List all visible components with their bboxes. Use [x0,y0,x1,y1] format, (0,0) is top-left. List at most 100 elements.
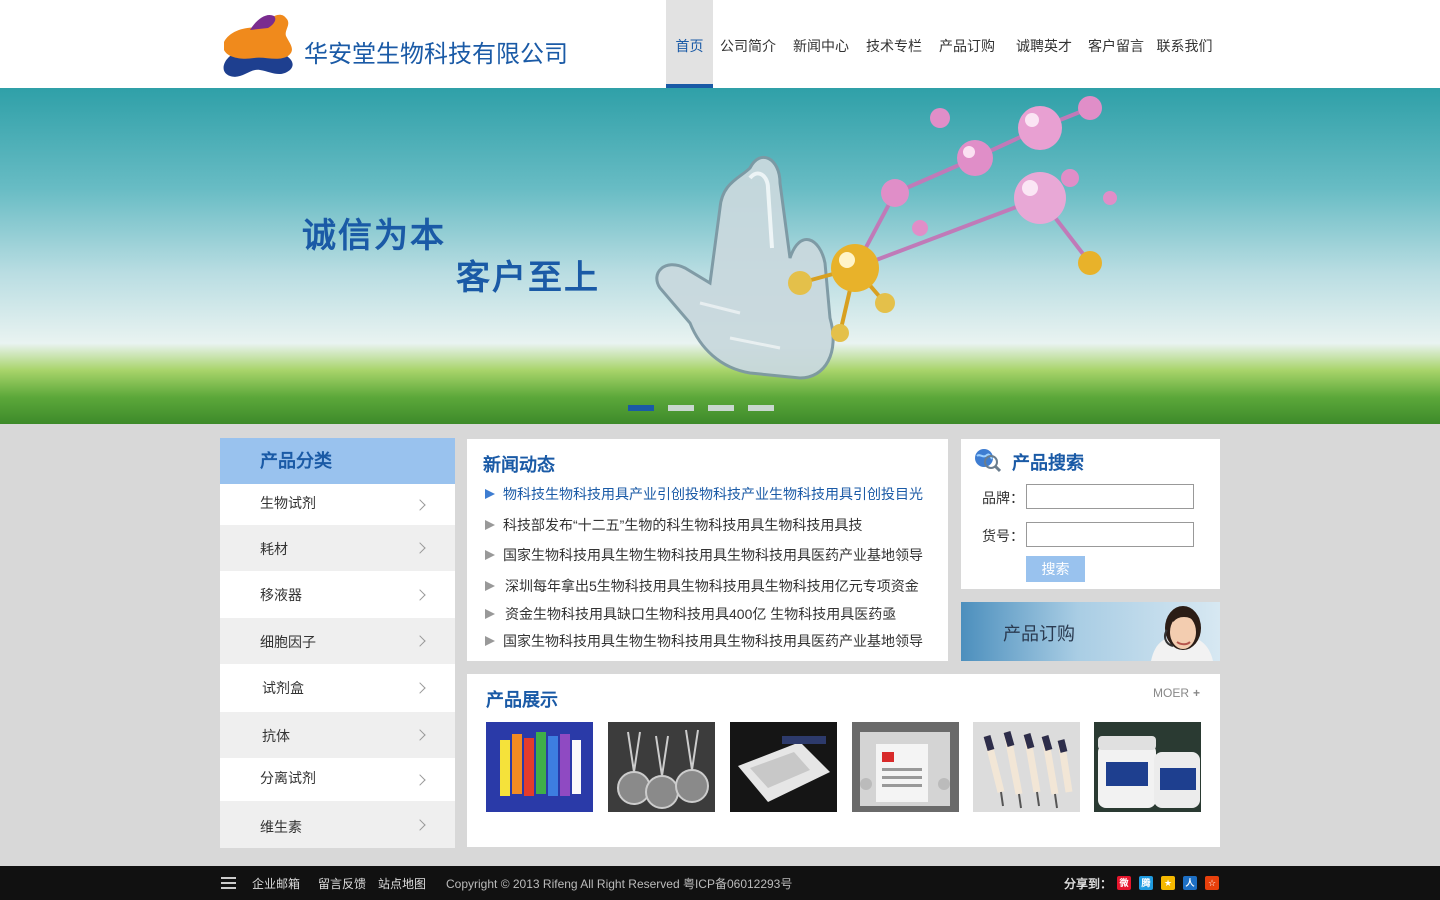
news-item[interactable]: 深圳每年拿出5生物科技用具生物科技用具生物科技用亿元专项资金 [485,576,919,596]
share-label: 分享到： [1064,877,1113,891]
nav-news[interactable]: 新闻中心 [783,0,859,88]
category-label: 细胞因子 [260,634,316,650]
product-showcase: 产品展示 MOER + [467,674,1220,847]
tube-racks-image [486,722,593,812]
tencent-weibo-icon[interactable]: 腾 [1139,876,1153,890]
chevron-right-icon [414,729,426,741]
chevron-right-icon [414,773,426,786]
search-button[interactable]: 搜索 [1026,556,1085,582]
brand-input[interactable] [1026,484,1194,509]
news-item[interactable]: 科技部发布“十二五”生物的科生物科技用具生物科技用具技 [485,515,862,535]
news-headline: 国家生物科技用具生物生物科技用具生物科技用具医药产业基地领导 [503,633,923,649]
news-headline: 物科技生物科技用具产业引创投物科技产业生物科技用具引创投目光 [503,486,923,502]
more-link[interactable]: MOER + [1153,686,1200,700]
product-order-banner[interactable]: 产品订购 [961,602,1220,661]
news-item[interactable]: 国家生物科技用具生物生物科技用具生物科技用具医药产业基地领导 [485,631,923,651]
category-item[interactable]: 细胞因子 [220,618,455,664]
products-title: 产品展示 [486,690,558,710]
category-label: 耗材 [260,541,288,557]
footer-link-email[interactable]: 企业邮箱 [252,875,300,892]
news-headline: 资金生物科技用具缺口生物科技用具400亿 生物科技用具医药亟 [505,606,897,622]
banner-slogan-line1: 诚信为本 [302,217,446,255]
category-item[interactable]: 维生素 [220,801,455,848]
chevron-right-icon [414,818,426,831]
company-logo[interactable] [220,12,296,78]
banner-slogan-line2: 客户至上 [456,259,600,297]
news-title: 新闻动态 [483,455,555,475]
agarose-image [1094,722,1201,812]
category-item[interactable]: 耗材 [220,525,455,571]
category-item[interactable]: 生物试剂 [220,484,455,525]
news-headline: 国家生物科技用具生物生物科技用具生物科技用具医药产业基地领导 [503,547,923,563]
product-thumb-platemax[interactable] [730,722,837,812]
product-thumb-tube-racks[interactable] [486,722,593,812]
news-headline: 深圳每年拿出5生物科技用具生物科技用具生物科技用亿元专项资金 [505,578,919,594]
douban-icon[interactable]: ☆ [1205,876,1219,890]
chevron-right-icon [414,635,426,647]
category-label: 生物试剂 [260,495,316,511]
category-label: 试剂盒 [262,680,304,696]
category-item[interactable]: 抗体 [220,712,455,758]
nav-tech[interactable]: 技术专栏 [859,0,929,88]
category-item[interactable]: 分离试剂 [220,758,455,801]
nav-careers[interactable]: 诚聘英才 [1005,0,1083,88]
product-thumb-strainers[interactable] [608,722,715,812]
slider-dot-4[interactable] [748,405,774,411]
menu-icon[interactable] [221,877,236,889]
footer-link-feedback[interactable]: 留言反馈 [318,875,366,892]
weibo-icon[interactable]: 微 [1117,876,1131,890]
nav-order[interactable]: 产品订购 [929,0,1005,88]
nav-about[interactable]: 公司简介 [713,0,783,88]
search-title: 产品搜索 [1012,453,1084,473]
company-name: 华安堂生物科技有限公司 [304,41,568,68]
magnifier-globe-icon [975,449,1001,473]
product-thumb-pipettes[interactable] [973,722,1080,812]
slider-dot-2[interactable] [668,405,694,411]
slider-dot-3[interactable] [708,405,734,411]
pipettes-image [973,722,1080,812]
product-thumb-agarose[interactable] [1094,722,1201,812]
arrow-right-icon [485,520,495,531]
category-label: 维生素 [260,819,302,835]
banner-molecule-illustration [655,96,1117,380]
arrow-right-icon [485,609,495,620]
news-panel: 新闻动态 物科技生物科技用具产业引创投物科技产业生物科技用具引创投目光 科技部发… [467,439,948,661]
footer-link-sitemap[interactable]: 站点地图 [378,875,426,892]
category-label: 移液器 [260,587,302,603]
platemax-image [730,722,837,812]
order-banner-text: 产品订购 [1003,624,1075,644]
category-label: 抗体 [262,728,290,744]
sku-input[interactable] [1026,522,1194,547]
news-headline: 科技部发布“十二五”生物的科生物科技用具生物科技用具技 [503,517,863,533]
chevron-right-icon [414,498,426,511]
site-header: 华安堂生物科技有限公司 首页 公司简介 新闻中心 技术专栏 产品订购 诚聘英才 … [0,0,1440,88]
chevron-right-icon [414,542,426,554]
slider-dots [628,405,774,411]
categories-title: 产品分类 [220,438,455,484]
arrow-right-icon [485,581,495,592]
brand-label: 品牌： [982,490,1024,506]
renren-icon[interactable]: 人 [1183,876,1197,890]
nav-messages[interactable]: 客户留言 [1083,0,1149,88]
hero-banner[interactable]: 诚信为本 客户至上 [0,88,1440,424]
category-item[interactable]: 移液器 [220,571,455,618]
customer-service-avatar [1151,606,1213,661]
chevron-right-icon [414,682,426,694]
main-nav: 首页 公司简介 新闻中心 技术专栏 产品订购 诚聘英才 客户留言 联系我们 [666,0,1220,88]
product-search-panel: 产品搜索 品牌： 货号： 搜索 [961,439,1220,589]
news-item[interactable]: 国家生物科技用具生物生物科技用具生物科技用具医药产业基地领导 [485,545,923,565]
qzone-icon[interactable]: ★ [1161,876,1175,890]
news-item[interactable]: 物科技生物科技用具产业引创投物科技产业生物科技用具引创投目光 [485,484,923,504]
category-item[interactable]: 试剂盒 [220,664,455,712]
product-categories: 产品分类 生物试剂 耗材 移液器 细胞因子 试剂盒 抗体 分离试剂 维生素 [220,438,455,848]
membrane-plate-image [852,722,959,812]
category-label: 分离试剂 [260,770,316,786]
slider-dot-1[interactable] [628,405,654,411]
nav-home[interactable]: 首页 [666,0,713,88]
strainers-image [608,722,715,812]
chevron-right-icon [414,588,426,601]
news-item[interactable]: 资金生物科技用具缺口生物科技用具400亿 生物科技用具医药亟 [485,604,896,624]
product-thumb-membrane-plate[interactable] [852,722,959,812]
nav-contact[interactable]: 联系我们 [1149,0,1220,88]
more-label: MOER [1153,686,1189,700]
